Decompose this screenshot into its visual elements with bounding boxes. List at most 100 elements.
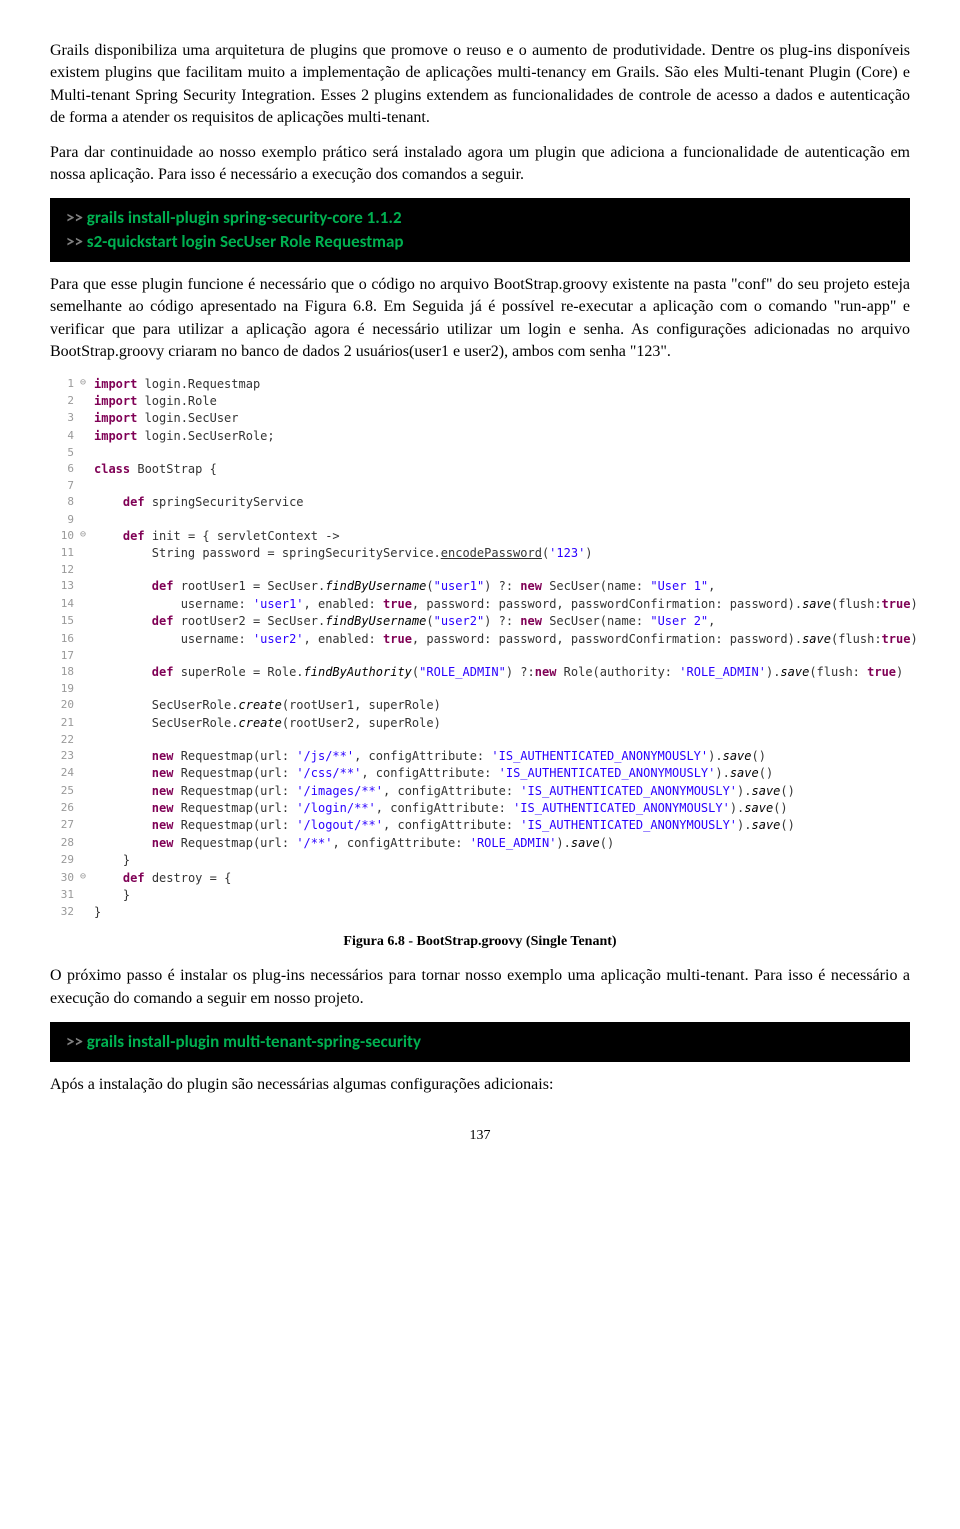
editor-line: 25 new Requestmap(url: '/images/**', con…	[50, 783, 910, 800]
editor-line: 23 new Requestmap(url: '/js/**', configA…	[50, 748, 910, 765]
code-editor: 1⊖import login.Requestmap2 import login.R…	[50, 376, 910, 922]
line-number: 3	[50, 410, 80, 426]
editor-line: 15 def rootUser2 = SecUser.findByUsernam…	[50, 613, 910, 630]
editor-line: 26 new Requestmap(url: '/login/**', conf…	[50, 800, 910, 817]
prompt-icon: >>	[66, 231, 87, 252]
code-command: s2-quickstart login SecUser Role Request…	[87, 231, 404, 252]
editor-line: 9	[50, 512, 910, 528]
line-number: 31	[50, 887, 80, 903]
line-number: 30	[50, 870, 80, 886]
line-number: 4	[50, 428, 80, 444]
code-text: }	[94, 887, 910, 904]
code-line-1: >> grails install-plugin spring-security…	[66, 206, 894, 230]
code-text: SecUserRole.create(rootUser2, superRole)	[94, 715, 910, 732]
code-text: import login.Role	[94, 393, 910, 410]
code-text: new Requestmap(url: '/**', configAttribu…	[94, 835, 910, 852]
editor-line: 32}	[50, 904, 910, 921]
code-block-1: >> grails install-plugin spring-security…	[50, 198, 910, 262]
editor-line: 30⊖ def destroy = {	[50, 870, 910, 887]
code-text: new Requestmap(url: '/css/**', configAtt…	[94, 765, 910, 782]
line-number: 28	[50, 835, 80, 851]
line-number: 10	[50, 528, 80, 544]
line-number: 12	[50, 562, 80, 578]
prompt-icon: >>	[66, 1031, 87, 1052]
line-number: 26	[50, 800, 80, 816]
fold-marker-icon: ⊖	[80, 870, 94, 885]
line-number: 20	[50, 697, 80, 713]
code-text: def init = { servletContext ->	[94, 528, 910, 545]
code-text: username: 'user1', enabled: true, passwo…	[94, 596, 918, 613]
line-number: 2	[50, 393, 80, 409]
line-number: 13	[50, 578, 80, 594]
paragraph-5: Após a instalação do plugin são necessár…	[50, 1074, 910, 1096]
line-number: 5	[50, 445, 80, 461]
line-number: 24	[50, 765, 80, 781]
fold-marker-icon: ⊖	[80, 528, 94, 543]
code-text: def destroy = {	[94, 870, 910, 887]
code-line-2: >> s2-quickstart login SecUser Role Requ…	[66, 230, 894, 254]
editor-line: 2 import login.Role	[50, 393, 910, 410]
line-number: 7	[50, 478, 80, 494]
line-number: 16	[50, 631, 80, 647]
paragraph-2: Para dar continuidade ao nosso exemplo p…	[50, 142, 910, 187]
editor-line: 4import login.SecUserRole;	[50, 428, 910, 445]
line-number: 32	[50, 904, 80, 920]
editor-line: 19	[50, 681, 910, 697]
prompt-icon: >>	[66, 207, 87, 228]
line-number: 21	[50, 715, 80, 731]
editor-line: 8 def springSecurityService	[50, 494, 910, 511]
code-text: }	[94, 852, 910, 869]
code-command: grails install-plugin spring-security-co…	[87, 207, 402, 228]
editor-line: 7	[50, 478, 910, 494]
editor-line: 21 SecUserRole.create(rootUser2, superRo…	[50, 715, 910, 732]
code-text: new Requestmap(url: '/images/**', config…	[94, 783, 910, 800]
editor-line: 13 def rootUser1 = SecUser.findByUsernam…	[50, 578, 910, 595]
code-text: def rootUser1 = SecUser.findByUsername("…	[94, 578, 910, 595]
line-number: 14	[50, 596, 80, 612]
code-text: class BootStrap {	[94, 461, 910, 478]
editor-line: 10⊖ def init = { servletContext ->	[50, 528, 910, 545]
line-number: 27	[50, 817, 80, 833]
editor-line: 11 String password = springSecurityServi…	[50, 545, 910, 562]
line-number: 8	[50, 494, 80, 510]
line-number: 25	[50, 783, 80, 799]
code-text: import login.Requestmap	[94, 376, 910, 393]
editor-line: 1⊖import login.Requestmap	[50, 376, 910, 393]
code-text: import login.SecUser	[94, 410, 910, 427]
editor-line: 20 SecUserRole.create(rootUser1, superRo…	[50, 697, 910, 714]
line-number: 9	[50, 512, 80, 528]
code-text: def superRole = Role.findByAuthority("RO…	[94, 664, 910, 681]
editor-line: 5	[50, 445, 910, 461]
code-text: new Requestmap(url: '/login/**', configA…	[94, 800, 910, 817]
code-text: username: 'user2', enabled: true, passwo…	[94, 631, 918, 648]
code-block-2: >> grails install-plugin multi-tenant-sp…	[50, 1022, 910, 1062]
editor-line: 3 import login.SecUser	[50, 410, 910, 427]
editor-line: 31 }	[50, 887, 910, 904]
editor-line: 6class BootStrap {	[50, 461, 910, 478]
figure-caption: Figura 6.8 - BootStrap.groovy (Single Te…	[50, 932, 910, 952]
editor-line: 24 new Requestmap(url: '/css/**', config…	[50, 765, 910, 782]
editor-line: 28 new Requestmap(url: '/**', configAttr…	[50, 835, 910, 852]
code-text: }	[94, 904, 910, 921]
line-number: 17	[50, 648, 80, 664]
code-text: SecUserRole.create(rootUser1, superRole)	[94, 697, 910, 714]
line-number: 23	[50, 748, 80, 764]
code-text: new Requestmap(url: '/js/**', configAttr…	[94, 748, 910, 765]
editor-line: 27 new Requestmap(url: '/logout/**', con…	[50, 817, 910, 834]
line-number: 19	[50, 681, 80, 697]
editor-line: 16 username: 'user2', enabled: true, pas…	[50, 631, 910, 648]
line-number: 29	[50, 852, 80, 868]
code-text: new Requestmap(url: '/logout/**', config…	[94, 817, 910, 834]
line-number: 11	[50, 545, 80, 561]
editor-line: 18 def superRole = Role.findByAuthority(…	[50, 664, 910, 681]
code-text: def rootUser2 = SecUser.findByUsername("…	[94, 613, 910, 630]
page-number: 137	[50, 1126, 910, 1146]
code-line-1: >> grails install-plugin multi-tenant-sp…	[66, 1030, 894, 1054]
line-number: 15	[50, 613, 80, 629]
line-number: 18	[50, 664, 80, 680]
line-number: 22	[50, 732, 80, 748]
editor-line: 29 }	[50, 852, 910, 869]
editor-line: 17	[50, 648, 910, 664]
code-command: grails install-plugin multi-tenant-sprin…	[87, 1031, 421, 1052]
code-text: def springSecurityService	[94, 494, 910, 511]
